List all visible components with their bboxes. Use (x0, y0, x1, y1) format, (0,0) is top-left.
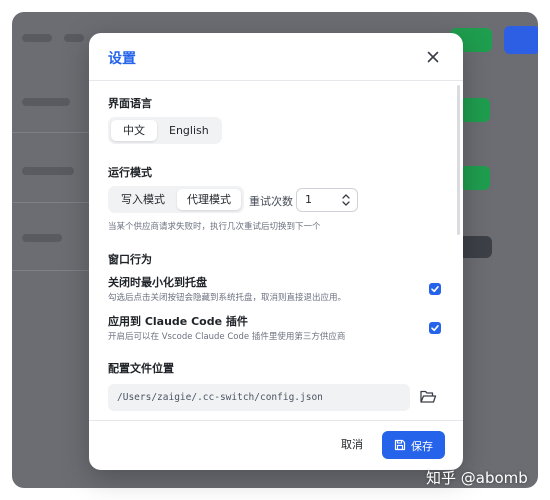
save-icon (394, 439, 406, 451)
dialog-body[interactable]: 界面语言 中文 English 运行模式 写入模式 代理模式 重试次数 1 当某… (89, 82, 463, 420)
config-path-field[interactable]: /Users/zaigie/.cc-switch/config.json (108, 384, 410, 411)
settings-dialog: 设置 界面语言 中文 English 运行模式 写入模式 代理模式 重试次数 1 (89, 33, 463, 470)
folder-icon (420, 390, 437, 403)
stepper-arrows-icon[interactable] (341, 192, 351, 208)
background-line (22, 234, 62, 242)
claude-plugin-checkbox[interactable] (429, 322, 441, 334)
language-section-title: 界面语言 (108, 97, 152, 110)
save-button[interactable]: 保存 (382, 431, 445, 459)
background-row-line (12, 132, 92, 133)
run-mode-section-title: 运行模式 (108, 166, 152, 179)
retry-count-value: 1 (305, 193, 312, 206)
retry-count-stepper[interactable]: 1 (296, 188, 358, 212)
background-button (460, 98, 490, 122)
run-mode-option-write[interactable]: 写入模式 (111, 189, 175, 210)
checkmark-icon (431, 325, 439, 332)
close-button[interactable] (423, 47, 443, 67)
dialog-footer: 取消 保存 (89, 420, 463, 470)
window-behavior-section-title: 窗口行为 (108, 253, 152, 266)
dialog-header: 设置 (89, 33, 463, 81)
background-line (64, 34, 84, 42)
run-mode-segmented-control: 写入模式 代理模式 (108, 186, 244, 213)
language-option-chinese[interactable]: 中文 (111, 120, 157, 141)
language-option-english[interactable]: English (159, 120, 219, 141)
language-segmented-control: 中文 English (108, 117, 222, 144)
config-file-section-title: 配置文件位置 (108, 362, 174, 375)
claude-plugin-description: 开启后可以在 Vscode Claude Code 插件里使用第三方供应商 (108, 332, 346, 342)
retry-count-label: 重试次数 (249, 195, 293, 208)
retry-hint: 当某个供应商请求失败时，执行几次重试后切换到下一个 (108, 222, 321, 232)
scrollbar-thumb[interactable] (457, 85, 460, 235)
minimize-to-tray-description: 勾选后点击关闭按钮会隐藏到系统托盘，取消则直接退出应用。 (108, 293, 347, 303)
open-folder-button[interactable] (419, 388, 437, 406)
background-line (22, 34, 52, 42)
dialog-title: 设置 (108, 51, 136, 67)
background-line (22, 98, 70, 106)
background-button (504, 26, 538, 54)
background-line (22, 167, 74, 175)
background-button (460, 166, 490, 190)
claude-plugin-title: 应用到 Claude Code 插件 (108, 315, 248, 328)
minimize-to-tray-title: 关闭时最小化到托盘 (108, 276, 207, 289)
minimize-to-tray-checkbox[interactable] (429, 283, 441, 295)
run-mode-option-proxy[interactable]: 代理模式 (177, 189, 241, 210)
background-row-line (12, 270, 92, 271)
watermark: 知乎 @abomb (426, 469, 528, 487)
close-icon (427, 51, 439, 63)
save-button-label: 保存 (411, 440, 433, 453)
cancel-button[interactable]: 取消 (331, 431, 373, 459)
checkmark-icon (431, 286, 439, 293)
background-row-line (12, 202, 92, 203)
